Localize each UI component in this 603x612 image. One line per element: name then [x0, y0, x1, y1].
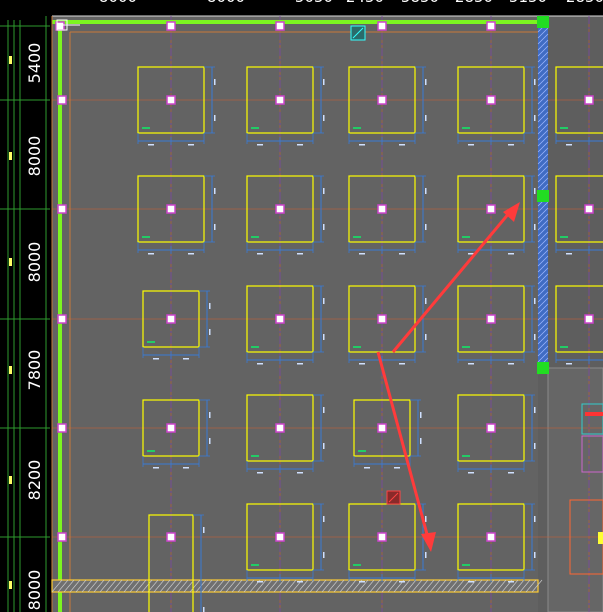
column-marker-icon[interactable]	[57, 204, 67, 214]
column-marker-icon[interactable]	[584, 314, 594, 324]
column-marker-icon[interactable]	[166, 95, 176, 105]
cad-canvas[interactable]: 5400 8000 8000 7800 8200 8000 8000 8000 5050 245…	[0, 0, 603, 612]
column-marker-icon[interactable]	[275, 532, 285, 542]
right-room-area	[547, 367, 603, 612]
top-ruler: 8000 8000 5050 2450 5850 2850 5150 2850	[52, 0, 603, 17]
column-marker-icon[interactable]	[486, 532, 496, 542]
left-ruler-label: 8200	[25, 460, 44, 501]
left-ruler-label: 7800	[25, 350, 44, 391]
column-marker-icon[interactable]	[486, 204, 496, 214]
column-marker-icon[interactable]	[584, 204, 594, 214]
column-marker-icon[interactable]	[377, 314, 387, 324]
top-ruler-label: 5150	[509, 0, 547, 6]
top-ruler-label: 8000	[99, 0, 137, 6]
column-marker-icon[interactable]	[377, 423, 387, 433]
left-ruler-label: 5400	[25, 43, 44, 84]
cad-drawing-viewport[interactable]: 5400 8000 8000 7800 8200 8000 8000 8000 5050 245…	[0, 0, 603, 612]
column-marker-icon[interactable]	[166, 314, 176, 324]
column-marker-icon[interactable]	[166, 204, 176, 214]
column-marker-icon[interactable]	[584, 95, 594, 105]
left-ruler: 5400 8000 8000 7800 8200 8000	[0, 16, 50, 612]
column-marker-icon[interactable]	[377, 204, 387, 214]
top-ruler-label: 2850	[455, 0, 493, 6]
column-marker-icon[interactable]	[166, 21, 176, 31]
column-marker-icon[interactable]	[57, 314, 67, 324]
column-marker-icon[interactable]	[377, 21, 387, 31]
column-marker-icon[interactable]	[486, 314, 496, 324]
left-ruler-label: 8000	[25, 136, 44, 177]
column-marker-icon[interactable]	[57, 423, 67, 433]
top-ruler-label: 8000	[207, 0, 245, 6]
column-marker-icon[interactable]	[377, 95, 387, 105]
column-marker-icon[interactable]	[275, 423, 285, 433]
column-marker-icon[interactable]	[166, 532, 176, 542]
slab-area	[52, 16, 538, 612]
column-marker-icon[interactable]	[166, 423, 176, 433]
column-marker-icon[interactable]	[377, 532, 387, 542]
column-marker-icon[interactable]	[57, 532, 67, 542]
column-marker-icon[interactable]	[486, 95, 496, 105]
red-block-icon[interactable]	[386, 490, 401, 505]
top-ruler-label: 5850	[401, 0, 439, 6]
top-ruler-label: 2450	[346, 0, 384, 6]
column-marker-icon[interactable]	[486, 21, 496, 31]
column-marker-icon[interactable]	[275, 21, 285, 31]
column-marker-icon[interactable]	[275, 95, 285, 105]
cyan-block-icon[interactable]	[350, 25, 366, 41]
left-ruler-label: 8000	[25, 242, 44, 283]
left-ruler-label: 8000	[25, 570, 44, 611]
column-marker-icon[interactable]	[275, 314, 285, 324]
column-marker-icon[interactable]	[486, 423, 496, 433]
column-marker-icon[interactable]	[275, 204, 285, 214]
top-ruler-label: 2850	[566, 0, 603, 6]
top-ruler-label: 5050	[295, 0, 333, 6]
column-marker-icon[interactable]	[57, 95, 67, 105]
